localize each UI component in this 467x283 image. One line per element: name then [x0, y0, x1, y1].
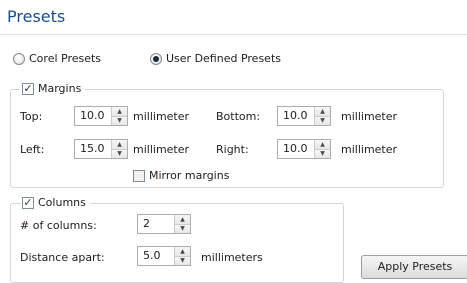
- spin-up-icon[interactable]: ▲: [315, 107, 330, 116]
- margins-label: Margins: [38, 82, 82, 95]
- mirror-margins-label: Mirror margins: [149, 169, 230, 182]
- spin-up-icon[interactable]: ▲: [315, 140, 330, 149]
- top-label: Top:: [20, 110, 43, 123]
- top-margin-input[interactable]: 10.0 ▲ ▼: [74, 106, 128, 126]
- right-margin-input[interactable]: 10.0 ▲ ▼: [277, 139, 331, 159]
- right-margin-value: 10.0: [283, 142, 308, 155]
- spin-down-icon[interactable]: ▼: [112, 115, 127, 125]
- right-unit: millimeter: [341, 143, 398, 156]
- top-margin-value: 10.0: [80, 109, 105, 122]
- spin-down-icon[interactable]: ▼: [175, 255, 190, 265]
- checkbox-unchecked-icon: [133, 169, 145, 182]
- right-label: Right:: [216, 143, 249, 156]
- radio-circle-icon: [13, 52, 25, 65]
- distance-apart-label: Distance apart:: [20, 251, 105, 264]
- bottom-label: Bottom:: [216, 110, 261, 123]
- spin-down-icon[interactable]: ▼: [175, 223, 190, 233]
- bottom-margin-value: 10.0: [283, 109, 308, 122]
- radio-user-defined-presets[interactable]: User Defined Presets: [150, 52, 281, 65]
- columns-checkbox[interactable]: ✓ Columns: [20, 196, 90, 209]
- radio-corel-presets[interactable]: Corel Presets: [13, 52, 101, 65]
- distance-apart-input[interactable]: 5.0 ▲ ▼: [137, 246, 191, 266]
- bottom-unit: millimeter: [341, 110, 398, 123]
- distance-apart-value: 5.0: [143, 249, 161, 262]
- left-margin-value: 15.0: [80, 142, 105, 155]
- bottom-margin-input[interactable]: 10.0 ▲ ▼: [277, 106, 331, 126]
- spin-up-icon[interactable]: ▲: [175, 247, 190, 256]
- spin-up-icon[interactable]: ▲: [175, 215, 190, 224]
- left-label: Left:: [20, 143, 45, 156]
- column-count-value: 2: [143, 217, 150, 230]
- distance-apart-unit: millimeters: [201, 251, 263, 264]
- column-count-label: # of columns:: [20, 219, 97, 232]
- spin-down-icon[interactable]: ▼: [112, 148, 127, 158]
- apply-presets-button[interactable]: Apply Presets: [361, 255, 467, 279]
- spin-up-icon[interactable]: ▲: [112, 140, 127, 149]
- radio-corel-presets-label: Corel Presets: [29, 52, 102, 65]
- margins-checkbox[interactable]: ✓ Margins: [20, 81, 86, 95]
- radio-user-defined-presets-label: User Defined Presets: [166, 52, 281, 65]
- spin-up-icon[interactable]: ▲: [112, 107, 127, 116]
- spin-down-icon[interactable]: ▼: [315, 148, 330, 158]
- mirror-margins-checkbox[interactable]: Mirror margins: [133, 169, 229, 182]
- panel-title: Presets: [7, 7, 66, 26]
- title-divider: [0, 34, 467, 35]
- spin-down-icon[interactable]: ▼: [315, 115, 330, 125]
- checkbox-checked-icon: ✓: [22, 195, 34, 209]
- left-margin-input[interactable]: 15.0 ▲ ▼: [74, 139, 128, 159]
- checkbox-checked-icon: ✓: [22, 81, 34, 95]
- column-count-input[interactable]: 2 ▲ ▼: [137, 214, 191, 234]
- left-unit: millimeter: [133, 143, 190, 156]
- columns-label: Columns: [38, 196, 86, 209]
- top-unit: millimeter: [133, 110, 190, 123]
- radio-selected-icon: [150, 52, 162, 65]
